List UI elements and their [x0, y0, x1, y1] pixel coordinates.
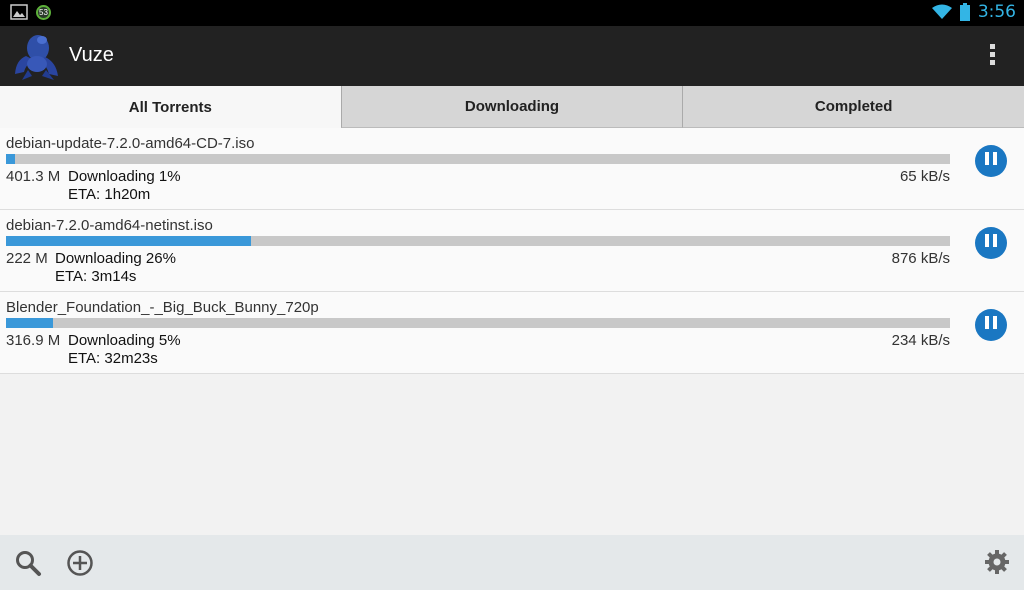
torrent-eta: ETA: 32m23s [68, 350, 158, 367]
tab-downloading[interactable]: Downloading [340, 86, 683, 128]
torrent-size: 316.9 M [6, 332, 61, 349]
clock: 3:56 [977, 2, 1016, 22]
pause-button[interactable] [975, 227, 1007, 259]
torrent-speed: 65 kB/s [899, 168, 950, 185]
wifi-icon [931, 4, 952, 19]
battery-icon [959, 3, 970, 21]
torrent-status: Downloading 5% [68, 332, 181, 349]
pause-icon [983, 234, 999, 252]
torrent-speed: 234 kB/s [891, 332, 950, 349]
tab-bar: All Torrents Downloading Completed [0, 86, 1024, 128]
torrent-name: Blender_Foundation_-_Big_Buck_Bunny_720p [6, 299, 319, 316]
progress-badge-icon: 53 [36, 4, 51, 20]
progress-bar [6, 236, 950, 246]
torrent-size: 222 M [6, 250, 48, 267]
tab-all-torrents[interactable]: All Torrents [0, 86, 341, 128]
vuze-frog-logo[interactable] [12, 30, 62, 82]
app-title: Vuze [69, 44, 114, 66]
progress-fill [6, 236, 252, 246]
torrent-name: debian-update-7.2.0-amd64-CD-7.iso [6, 135, 255, 152]
torrent-status-block: Downloading 1% ETA: 1h20m [68, 168, 181, 204]
pause-button[interactable] [975, 145, 1007, 177]
settings-icon[interactable] [984, 549, 1010, 575]
torrent-eta: ETA: 3m14s [55, 268, 137, 285]
torrent-row[interactable]: debian-7.2.0-amd64-netinst.iso 222 M Dow… [0, 210, 1024, 292]
add-icon[interactable] [66, 549, 94, 577]
torrent-speed: 876 kB/s [891, 250, 950, 267]
torrent-status-block: Downloading 5% ETA: 32m23s [68, 332, 181, 368]
torrent-list: debian-update-7.2.0-amd64-CD-7.iso 401.3… [0, 128, 1024, 374]
action-bar: Vuze [0, 26, 1024, 86]
pause-icon [983, 152, 999, 170]
torrent-status: Downloading 26% [55, 250, 176, 267]
search-icon[interactable] [14, 549, 42, 577]
overflow-menu-icon[interactable] [990, 44, 996, 68]
torrent-name: debian-7.2.0-amd64-netinst.iso [6, 217, 213, 234]
tab-completed[interactable]: Completed [682, 86, 1024, 128]
torrent-row[interactable]: Blender_Foundation_-_Big_Buck_Bunny_720p… [0, 292, 1024, 374]
torrent-status-block: Downloading 26% ETA: 3m14s [55, 250, 176, 286]
status-bar: 53 3:56 [0, 0, 1024, 26]
progress-bar [6, 154, 950, 164]
image-icon [10, 4, 28, 20]
torrent-size: 401.3 M [6, 168, 61, 185]
progress-fill [6, 318, 54, 328]
pause-icon [983, 316, 999, 334]
progress-bar [6, 318, 950, 328]
torrent-eta: ETA: 1h20m [68, 186, 151, 203]
torrent-row[interactable]: debian-update-7.2.0-amd64-CD-7.iso 401.3… [0, 128, 1024, 210]
torrent-status: Downloading 1% [68, 168, 181, 185]
pause-button[interactable] [975, 309, 1007, 341]
progress-fill [6, 154, 16, 164]
bottom-bar [0, 535, 1024, 590]
